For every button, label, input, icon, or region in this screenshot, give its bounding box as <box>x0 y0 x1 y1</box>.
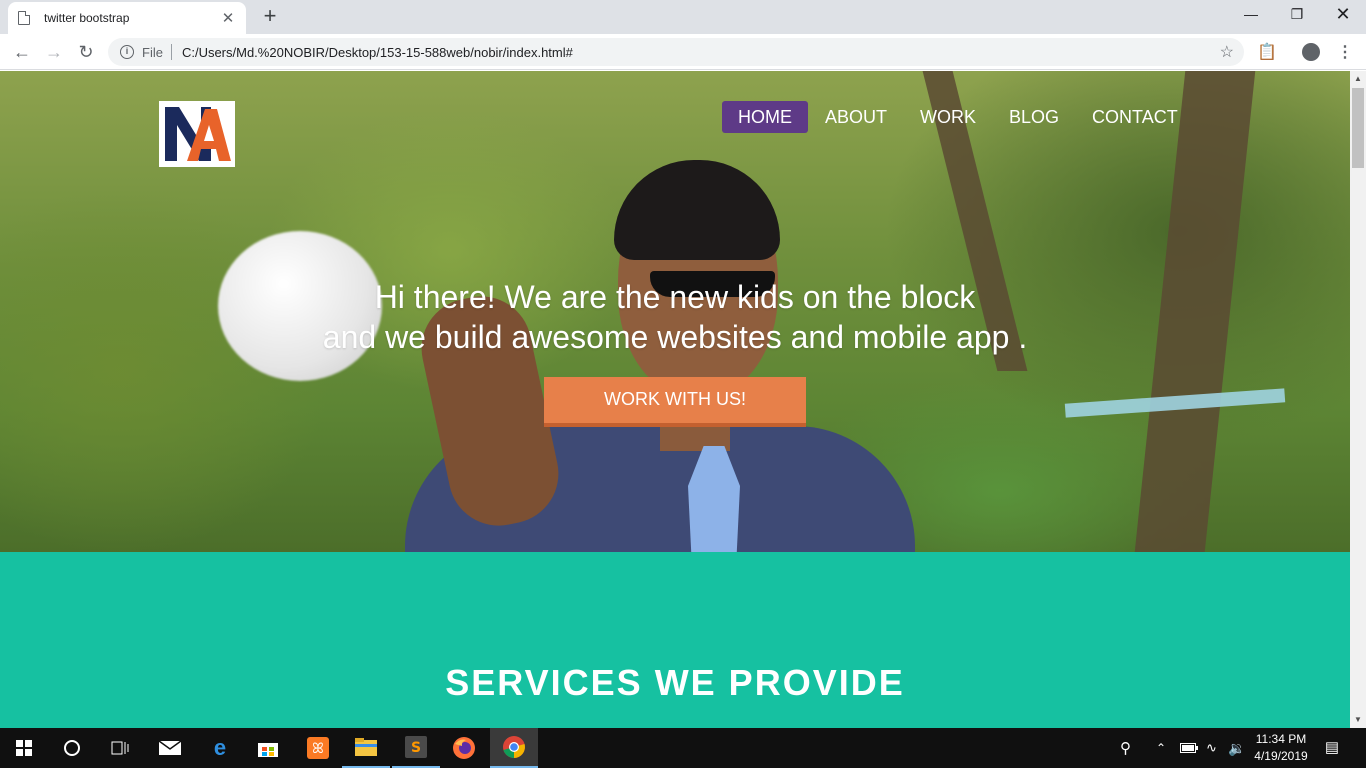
sublime-text-icon[interactable]: S <box>392 728 440 768</box>
page-scrollbar[interactable]: ▲ ▼ <box>1350 71 1366 728</box>
browser-toolbar: ← → ↻ i File C:/Users/Md.%20NOBIR/Deskto… <box>0 34 1366 70</box>
services-title: SERVICES WE PROVIDE <box>445 662 905 703</box>
clock-time: 11:34 PM <box>1255 732 1307 746</box>
scroll-up-arrow-icon[interactable]: ▲ <box>1350 71 1366 87</box>
work-with-us-button[interactable]: WORK WITH US! <box>544 377 806 427</box>
chrome-icon[interactable] <box>490 728 538 768</box>
clock-date: 4/19/2019 <box>1254 749 1308 763</box>
battery-icon[interactable] <box>1180 728 1198 768</box>
mail-icon[interactable] <box>146 728 194 768</box>
scheme-label: File <box>142 44 163 60</box>
maximize-button[interactable]: ❐ <box>1274 0 1320 30</box>
address-bar[interactable]: i File C:/Users/Md.%20NOBIR/Desktop/153-… <box>108 38 1244 66</box>
url-text[interactable]: C:/Users/Md.%20NOBIR/Desktop/153-15-588w… <box>182 45 1220 60</box>
windows-start-icon[interactable] <box>0 728 48 768</box>
page-viewport: HOME ABOUT WORK BLOG CONTACT Hi there! W… <box>0 71 1350 728</box>
browser-tab[interactable]: twitter bootstrap ✕ <box>8 2 246 34</box>
hero-section: HOME ABOUT WORK BLOG CONTACT Hi there! W… <box>0 71 1350 552</box>
new-tab-button[interactable]: + <box>258 4 282 28</box>
xampp-icon[interactable]: ꕤ <box>294 728 342 768</box>
page-favicon-icon <box>18 11 30 25</box>
scroll-down-arrow-icon[interactable]: ▼ <box>1350 712 1366 728</box>
show-hidden-icons-chevron-icon[interactable]: ⌃ <box>1156 728 1166 768</box>
task-view-icon[interactable] <box>96 728 144 768</box>
browser-menu-icon[interactable]: ⋮ <box>1335 42 1355 62</box>
edge-icon[interactable]: e <box>196 728 244 768</box>
action-center-icon[interactable]: ▤ <box>1322 738 1342 758</box>
cortana-search-icon[interactable] <box>48 728 96 768</box>
volume-icon[interactable]: 🔉 <box>1228 728 1245 768</box>
svg-text:S: S <box>411 740 421 756</box>
file-explorer-icon[interactable] <box>342 728 390 768</box>
services-section: SERVICES WE PROVIDE <box>0 552 1350 728</box>
reload-icon[interactable]: ↻ <box>72 38 100 66</box>
nav-blog[interactable]: BLOG <box>993 101 1075 133</box>
forward-arrow-icon[interactable]: → <box>40 38 68 66</box>
store-icon[interactable] <box>244 728 292 768</box>
people-icon[interactable]: ⚲ <box>1120 728 1131 768</box>
address-separator <box>170 44 172 60</box>
main-nav: HOME ABOUT WORK BLOG CONTACT <box>722 101 1195 133</box>
extension-clipboard-icon[interactable]: 📋 <box>1257 42 1277 62</box>
profile-avatar-icon[interactable] <box>1302 43 1320 61</box>
hero-heading: Hi there! We are the new kids on the blo… <box>0 277 1350 357</box>
bookmark-star-icon[interactable]: ☆ <box>1220 42 1234 62</box>
nav-home[interactable]: HOME <box>722 101 808 133</box>
tab-close-icon[interactable]: ✕ <box>220 9 236 27</box>
system-clock[interactable]: 11:34 PM 4/19/2019 <box>1250 731 1312 765</box>
nav-contact[interactable]: CONTACT <box>1076 101 1194 133</box>
tab-title: twitter bootstrap <box>44 11 130 25</box>
browser-tab-strip: twitter bootstrap ✕ + — ❐ ✕ <box>0 0 1366 34</box>
svg-text:ꕤ: ꕤ <box>312 741 324 757</box>
hero-line-1: Hi there! We are the new kids on the blo… <box>374 279 976 315</box>
firefox-icon[interactable] <box>440 728 488 768</box>
hero-person-photo <box>400 160 920 552</box>
hero-line-2: and we build awesome websites and mobile… <box>322 319 1028 355</box>
scroll-thumb[interactable] <box>1352 88 1364 168</box>
nav-about[interactable]: ABOUT <box>809 101 903 133</box>
nav-work[interactable]: WORK <box>904 101 992 133</box>
na-logo-icon <box>165 107 231 161</box>
minimize-button[interactable]: — <box>1228 0 1274 30</box>
back-arrow-icon[interactable]: ← <box>8 38 36 66</box>
site-info-icon[interactable]: i <box>120 45 134 59</box>
windows-taskbar: e ꕤ S ⚲ ⌃ ∿ 🔉 11:34 PM 4/19/2019 ▤ <box>0 728 1366 768</box>
site-logo[interactable] <box>159 101 235 167</box>
wifi-icon[interactable]: ∿ <box>1206 728 1217 768</box>
close-window-button[interactable]: ✕ <box>1320 0 1366 30</box>
